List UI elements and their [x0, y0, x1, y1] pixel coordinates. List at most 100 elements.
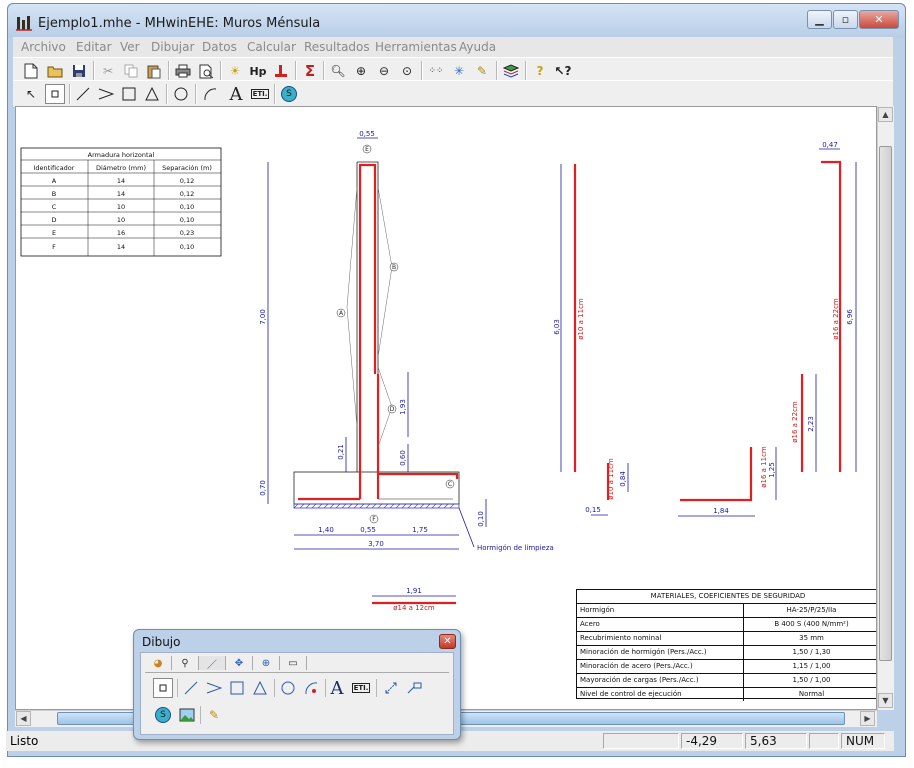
dibujo-line-tool[interactable] [181, 678, 201, 698]
chevron-left-icon: ◀ [20, 714, 27, 723]
vertical-scroll-thumb[interactable] [879, 146, 892, 661]
toolbar-separator [195, 84, 197, 104]
symbol-tool-icon: S [155, 707, 171, 723]
dim-text: 1,93 [399, 399, 407, 415]
minimize-button[interactable]: ▁ [807, 10, 832, 29]
measure-button[interactable]: ✎ [472, 61, 492, 81]
select-tool[interactable]: ↖ [21, 84, 41, 104]
arrow-cursor-icon: ↖ [25, 87, 37, 101]
toolbar-separator [93, 61, 95, 81]
text-tool[interactable]: A [226, 84, 246, 105]
symbol-tool[interactable]: S [279, 84, 299, 104]
menu-resultados[interactable]: Resultados [304, 40, 370, 54]
menu-datos[interactable]: Datos [202, 40, 237, 54]
materials-value: Normal [798, 690, 825, 698]
table-cell: 0,12 [180, 177, 194, 185]
tab-files[interactable]: ▭ [280, 656, 307, 670]
drawing-canvas[interactable]: Armadura horizontal Identificador Diámet… [15, 106, 877, 710]
print-preview-button[interactable] [196, 61, 216, 81]
hp-button[interactable]: Hp [248, 61, 268, 81]
layers-button[interactable] [501, 61, 521, 81]
dibujo-circle-tool[interactable] [278, 678, 298, 698]
dim-text: 1,40 [318, 526, 334, 534]
label-tool[interactable]: ETI. [250, 84, 270, 104]
tab-snap[interactable]: ⊕ [253, 656, 280, 670]
coordinate-y: 5,63 [745, 733, 807, 749]
table-title: Armadura horizontal [88, 151, 155, 159]
open-button[interactable] [45, 61, 65, 81]
copy-button[interactable] [121, 61, 141, 81]
triangle-tool[interactable] [142, 84, 162, 104]
cut-button[interactable]: ✂ [98, 61, 118, 81]
print-button[interactable] [173, 61, 193, 81]
scroll-right-button[interactable]: ▶ [860, 711, 875, 726]
paste-button[interactable] [144, 61, 164, 81]
pen-icon: ／ [207, 659, 217, 671]
minimize-icon: ▁ [815, 13, 824, 26]
dibujo-title: Dibujo [142, 635, 181, 649]
dibujo-label-tool[interactable]: ETI. [351, 678, 371, 698]
polyline-tool[interactable] [96, 84, 116, 104]
dibujo-pencil-tool[interactable]: ✎ [204, 705, 224, 725]
chevron-up-icon: ▲ [882, 110, 889, 119]
hp-label: Hp [249, 64, 267, 78]
wall-button[interactable] [271, 61, 291, 81]
menu-editar[interactable]: Editar [76, 40, 112, 54]
grid-button[interactable]: ⁘⁘ [426, 61, 446, 81]
rectangle-tool[interactable] [119, 84, 139, 104]
new-button[interactable] [21, 61, 41, 81]
close-icon: ✕ [874, 13, 884, 26]
menu-ayuda[interactable]: Ayuda [459, 40, 496, 54]
scroll-up-button[interactable]: ▲ [878, 107, 893, 122]
tab-draw[interactable]: ／ [199, 656, 226, 671]
menu-dibujar[interactable]: Dibujar [151, 40, 194, 54]
dibujo-text-tool[interactable]: A [327, 678, 347, 699]
dibujo-leader-tool[interactable] [404, 678, 424, 698]
dibujo-close-button[interactable]: ✕ [439, 634, 456, 649]
zoom-window-button[interactable]: 🔍︎ [328, 61, 348, 81]
symbol-tool-icon: S [281, 86, 297, 102]
zoom-out-button[interactable]: ⊖ [374, 61, 394, 81]
help-button[interactable]: ? [530, 61, 550, 81]
menu-archivo[interactable]: Archivo [21, 40, 66, 54]
snap-button[interactable]: ✳ [449, 61, 469, 81]
line-tool[interactable] [73, 84, 93, 104]
maximize-button[interactable]: ▫ [833, 10, 858, 29]
dibujo-rectangle-tool[interactable] [227, 678, 247, 698]
arc-tool[interactable] [200, 84, 220, 104]
light-button[interactable]: ☀ [225, 61, 245, 81]
materials-table: MATERIALES, COEFICIENTES DE SEGURIDAD Ho… [576, 589, 876, 701]
zoom-all-button[interactable]: ⊙ [397, 61, 417, 81]
arc-icon [305, 682, 318, 695]
close-button[interactable]: ✕ [859, 10, 899, 29]
zoom-in-button[interactable]: ⊕ [351, 61, 371, 81]
dibujo-arc-tool[interactable] [301, 678, 321, 698]
point-tool[interactable] [45, 84, 65, 104]
tab-zoom[interactable]: ⚲ [172, 656, 199, 670]
dibujo-polyline-tool[interactable] [204, 678, 224, 698]
tab-move[interactable]: ✥ [226, 656, 253, 670]
context-help-button[interactable]: ↖? [553, 61, 573, 81]
wall-section: E A B D C F [293, 144, 460, 524]
table-cell: 14 [117, 177, 125, 185]
toolbar-separator [69, 84, 71, 104]
dibujo-dimension-tool[interactable] [381, 678, 401, 698]
menu-herramientas[interactable]: Herramientas [375, 40, 457, 54]
table-header: Separación (m) [162, 164, 212, 172]
dibujo-image-tool[interactable] [177, 705, 197, 725]
circle-tool[interactable] [171, 84, 191, 104]
dibujo-symbol-tool[interactable]: S [153, 705, 173, 725]
dibujo-floating-toolbar[interactable]: Dibujo ✕ ◕ ⚲ ／ ✥ ⊕ ▭ A ETI. S ✎ [133, 629, 461, 740]
calculate-button[interactable]: Σ [300, 61, 320, 81]
materials-row: Minoración de hormigón (Pers./Acc.) 1,50 … [577, 646, 876, 660]
dibujo-triangle-tool[interactable] [250, 678, 270, 698]
maximize-icon: ▫ [841, 13, 850, 26]
scroll-down-button[interactable]: ▼ [878, 693, 893, 708]
tab-color[interactable]: ◕ [145, 656, 172, 670]
save-button[interactable] [69, 61, 89, 81]
dibujo-point-tool[interactable] [153, 678, 173, 698]
menu-calcular[interactable]: Calcular [247, 40, 296, 54]
vertical-scrollbar[interactable]: ▲ ▼ [877, 106, 894, 710]
menu-ver[interactable]: Ver [120, 40, 140, 54]
scroll-left-button[interactable]: ◀ [16, 711, 31, 726]
